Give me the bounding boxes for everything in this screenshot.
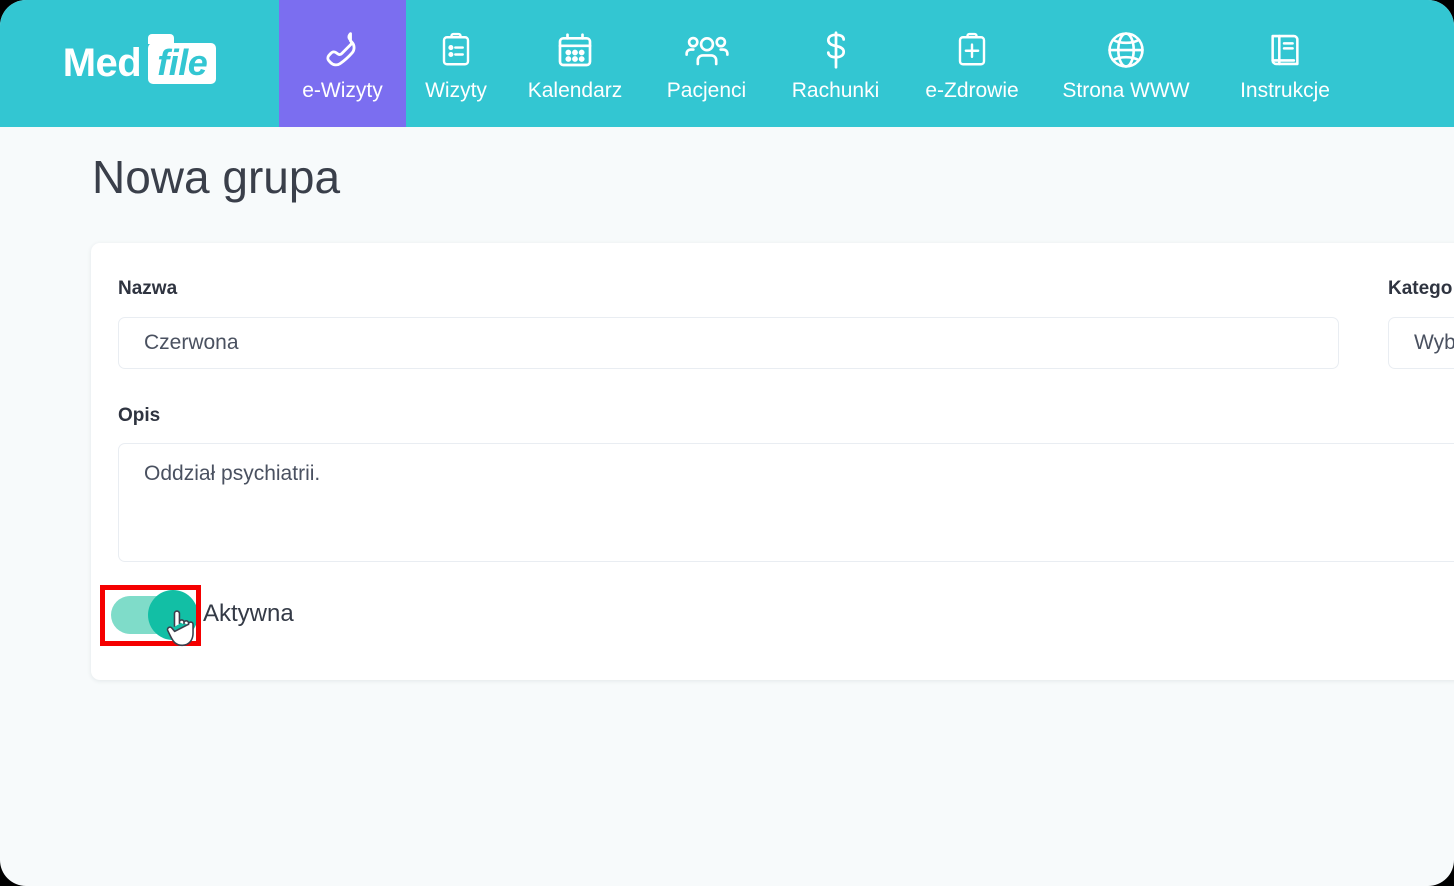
nav-item-label: Strona WWW xyxy=(1062,78,1190,102)
active-toggle-switch[interactable] xyxy=(111,590,198,640)
nav-item-label: e-Zdrowie xyxy=(925,78,1019,102)
active-toggle-label: Aktywna xyxy=(203,600,294,627)
nav-item-wizyty[interactable]: Wizyty xyxy=(406,0,506,127)
nav-item-label: Rachunki xyxy=(791,78,880,102)
toggle-knob xyxy=(148,590,198,640)
category-select[interactable]: Wyb xyxy=(1388,317,1454,369)
nav-item-label: Kalendarz xyxy=(527,78,623,102)
globe-icon xyxy=(1105,27,1147,73)
phone-icon xyxy=(323,27,363,73)
app-window: Med file e-Wizyty Wizyty Kalendarz Pacje… xyxy=(0,0,1454,886)
nav-item-e-wizyty[interactable]: e-Wizyty xyxy=(279,0,406,127)
nav-item-label: Instrukcje xyxy=(1240,78,1330,102)
nav-item-label: Wizyty xyxy=(425,78,487,102)
brand-folder-icon: file xyxy=(148,34,217,84)
clipboard-list-icon xyxy=(438,27,474,73)
nav-item-strona-www[interactable]: Strona WWW xyxy=(1042,0,1210,127)
calendar-icon xyxy=(555,27,595,73)
name-input[interactable] xyxy=(118,317,1339,369)
nav-item-pacjenci[interactable]: Pacjenci xyxy=(644,0,769,127)
nav-item-e-zdrowie[interactable]: e-Zdrowie xyxy=(902,0,1042,127)
nav-item-label: Pacjenci xyxy=(666,78,747,102)
nav-item-rachunki[interactable]: Rachunki xyxy=(769,0,902,127)
description-textarea[interactable] xyxy=(118,443,1454,562)
brand-name-med: Med xyxy=(62,41,142,85)
top-navigation-bar: Med file e-Wizyty Wizyty Kalendarz Pacje… xyxy=(0,0,1454,127)
brand-logo-text: Med file xyxy=(62,34,217,86)
name-field-label: Nazwa xyxy=(118,278,178,299)
page-title: Nowa grupa xyxy=(92,151,341,203)
clipboard-plus-icon xyxy=(954,27,990,73)
people-group-icon xyxy=(684,27,730,73)
nav-item-label: e-Wizyty xyxy=(302,78,383,102)
description-field-label: Opis xyxy=(118,405,161,426)
book-icon xyxy=(1266,27,1304,73)
category-field-label: Katego xyxy=(1388,278,1453,299)
brand-logo[interactable]: Med file xyxy=(0,0,279,127)
dollar-sign-icon xyxy=(820,27,852,73)
nav-item-instrukcje[interactable]: Instrukcje xyxy=(1210,0,1360,127)
nav-item-kalendarz[interactable]: Kalendarz xyxy=(506,0,644,127)
